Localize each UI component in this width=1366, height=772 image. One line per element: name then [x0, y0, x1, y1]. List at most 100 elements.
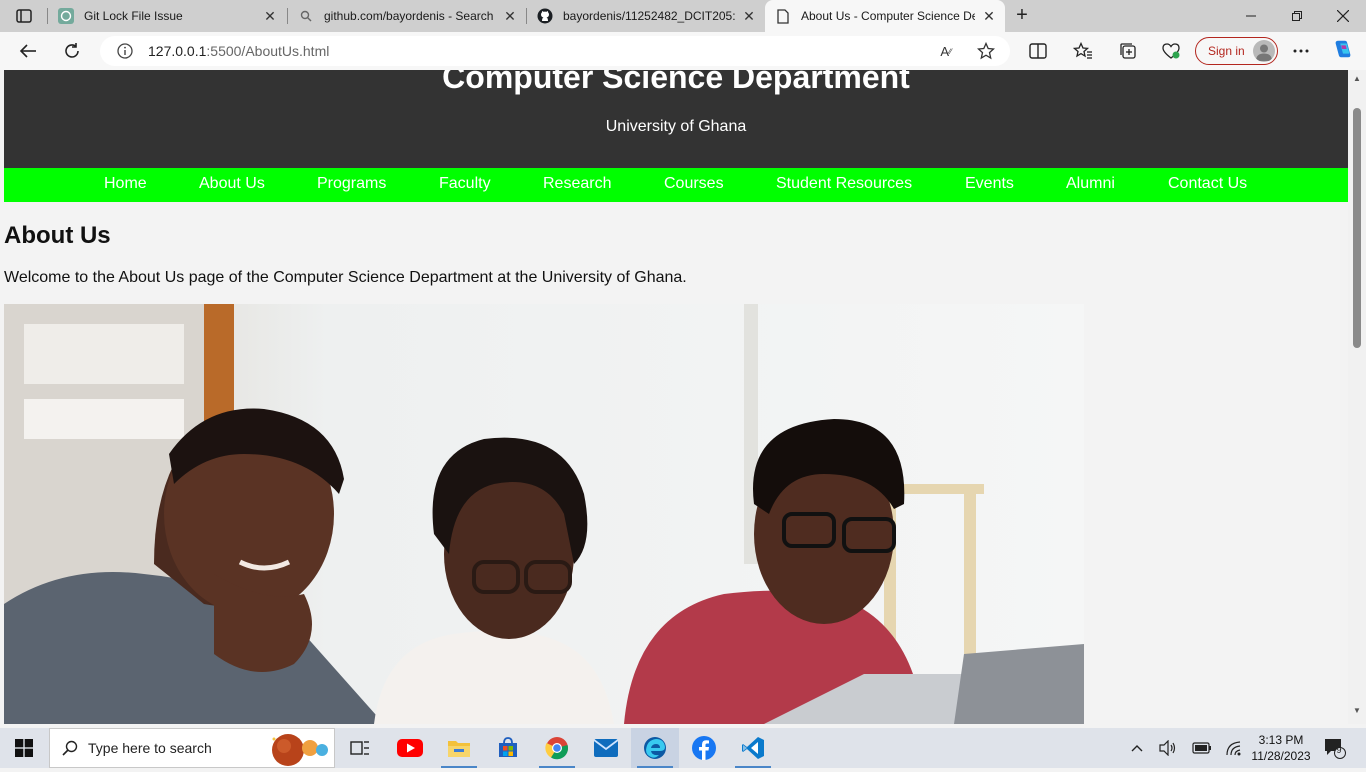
windows-logo-icon — [15, 739, 33, 757]
task-view-button[interactable] — [336, 728, 384, 768]
facebook-icon — [692, 736, 716, 760]
nav-link-alumni[interactable]: Alumni — [1066, 175, 1115, 193]
nav-link-faculty[interactable]: Faculty — [439, 175, 491, 193]
read-aloud-icon[interactable]: A ∕∕ — [936, 42, 956, 60]
site-subtitle: University of Ghana — [605, 118, 747, 135]
refresh-button[interactable] — [57, 37, 87, 65]
search-icon — [298, 8, 314, 24]
tab-title: About Us - Computer Science De — [801, 9, 975, 23]
scroll-thumb[interactable] — [1353, 108, 1361, 348]
mail-icon — [594, 739, 618, 757]
scroll-down-icon[interactable]: ▼ — [1352, 706, 1362, 716]
site-navigation: Home About Us Programs Faculty Research … — [4, 168, 1348, 202]
collections-icon[interactable] — [1117, 41, 1139, 61]
search-highlight-icon — [268, 731, 332, 772]
sign-in-label: Sign in — [1208, 44, 1245, 58]
nav-link-contact-us[interactable]: Contact Us — [1168, 175, 1247, 193]
facebook-app[interactable] — [680, 728, 728, 768]
address-bar[interactable]: 127.0.0.1:5500/AboutUs.html A ∕∕ — [100, 36, 1010, 66]
tab-git-lock[interactable]: Git Lock File Issue ✕ — [48, 0, 286, 32]
taskbar-clock[interactable]: 3:13 PM 11/28/2023 — [1248, 732, 1314, 764]
volume-button[interactable] — [1156, 728, 1180, 768]
url-text: 127.0.0.1:5500/AboutUs.html — [148, 43, 330, 59]
page-scrollbar[interactable]: ▲ ▼ — [1348, 70, 1366, 724]
minimize-button[interactable] — [1228, 0, 1274, 32]
file-explorer-app[interactable] — [435, 728, 483, 768]
settings-more-icon[interactable] — [1290, 41, 1312, 61]
network-button[interactable] — [1222, 728, 1246, 768]
students-photo — [4, 304, 1084, 724]
split-screen-icon[interactable] — [1027, 41, 1049, 61]
nav-link-about-us[interactable]: About Us — [199, 175, 265, 193]
tab-actions-button[interactable] — [12, 6, 36, 26]
site-title: Computer Science Department — [442, 70, 910, 95]
microsoft-store-app[interactable] — [484, 728, 532, 768]
tab-github-repo[interactable]: bayordenis/11252482_DCIT205: A ✕ — [527, 0, 765, 32]
new-tab-button[interactable]: + — [1010, 4, 1034, 28]
notifications-button[interactable]: 9 — [1320, 728, 1350, 768]
wifi-icon — [1226, 741, 1241, 756]
back-button[interactable] — [13, 37, 43, 65]
info-icon[interactable] — [116, 42, 134, 60]
favorites-icon[interactable] — [1072, 41, 1094, 61]
site-header: Computer Science Department University o… — [4, 70, 1348, 168]
close-icon — [1337, 10, 1349, 22]
page-viewport: Computer Science Department University o… — [4, 70, 1348, 724]
edge-app[interactable] — [631, 728, 679, 768]
search-placeholder: Type here to search — [88, 740, 212, 756]
close-icon[interactable]: ✕ — [981, 8, 997, 24]
sign-in-button[interactable]: Sign in — [1195, 37, 1278, 65]
restore-button[interactable] — [1274, 0, 1320, 32]
show-hidden-icons-button[interactable] — [1126, 728, 1148, 768]
store-icon — [499, 737, 517, 757]
tab-title: Git Lock File Issue — [84, 9, 183, 23]
vscode-app[interactable] — [729, 728, 777, 768]
speaker-icon — [1159, 740, 1176, 756]
tab-title: github.com/bayordenis - Search — [324, 9, 494, 23]
favorite-star-icon[interactable] — [976, 42, 996, 60]
browser-essentials-icon[interactable] — [1160, 41, 1182, 61]
youtube-app[interactable] — [386, 728, 434, 768]
tab-github-search[interactable]: github.com/bayordenis - Search ✕ — [288, 0, 526, 32]
avatar — [1253, 40, 1275, 62]
chatgpt-icon — [58, 8, 74, 24]
chrome-app[interactable] — [533, 728, 581, 768]
tab-actions-icon — [16, 9, 32, 23]
task-view-icon — [350, 741, 369, 755]
clock-time: 3:13 PM — [1258, 733, 1304, 747]
nav-link-courses[interactable]: Courses — [664, 175, 724, 193]
clock-date: 11/28/2023 — [1251, 749, 1311, 763]
search-icon — [62, 740, 78, 756]
nav-link-programs[interactable]: Programs — [317, 175, 386, 193]
start-button[interactable] — [0, 728, 48, 768]
nav-link-research[interactable]: Research — [543, 175, 611, 193]
folder-icon — [448, 741, 470, 757]
close-icon[interactable]: ✕ — [502, 8, 518, 24]
minimize-icon — [1246, 15, 1256, 17]
tab-strip: Git Lock File Issue ✕ github.com/bayorde… — [0, 0, 1366, 32]
nav-link-events[interactable]: Events — [965, 175, 1014, 193]
mail-app[interactable] — [582, 728, 630, 768]
page-heading: About Us — [4, 222, 111, 249]
back-arrow-icon — [19, 44, 36, 58]
close-window-button[interactable] — [1320, 0, 1366, 32]
page-icon — [775, 8, 791, 24]
scroll-up-icon[interactable]: ▲ — [1352, 74, 1362, 84]
chevron-up-icon — [1131, 745, 1143, 752]
chrome-icon — [545, 737, 569, 760]
nav-link-home[interactable]: Home — [104, 175, 147, 193]
restore-icon — [1292, 11, 1302, 21]
battery-button[interactable] — [1190, 728, 1214, 768]
close-icon[interactable]: ✕ — [741, 8, 757, 24]
youtube-icon — [397, 739, 423, 757]
taskbar-search-input[interactable]: Type here to search — [49, 728, 335, 768]
nav-link-student-resources[interactable]: Student Resources — [776, 175, 912, 193]
browser-toolbar: 127.0.0.1:5500/AboutUs.html A ∕∕ Sign in — [0, 32, 1366, 70]
notification-count: 9 — [1336, 745, 1342, 755]
close-icon[interactable]: ✕ — [262, 8, 278, 24]
github-icon — [537, 8, 553, 24]
tab-about-us[interactable]: About Us - Computer Science De ✕ — [765, 0, 1005, 32]
copilot-icon[interactable] — [1332, 39, 1354, 59]
edge-icon — [644, 737, 666, 759]
refresh-icon — [65, 43, 79, 58]
